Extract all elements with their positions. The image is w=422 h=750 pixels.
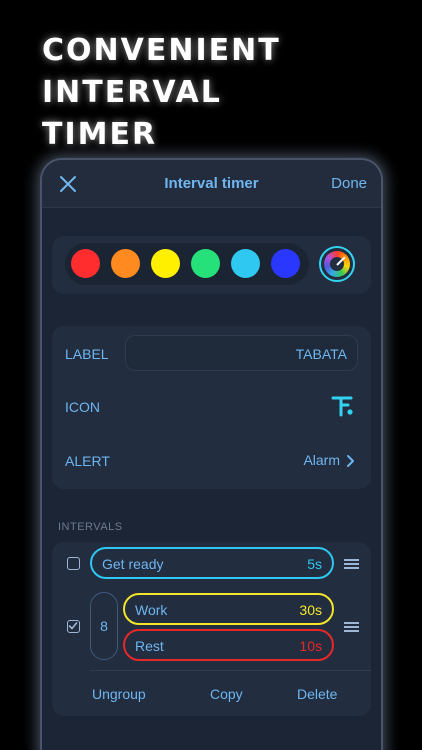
interval-group-checkbox[interactable] — [67, 620, 80, 633]
interval-duration: 10s — [299, 638, 322, 654]
alert-selector[interactable]: Alarm — [303, 452, 355, 468]
color-selector-card — [52, 236, 371, 294]
interval-duration: 30s — [299, 602, 322, 618]
headline-line-1: CONVENIENT — [42, 33, 281, 68]
promo-headline: CONVENIENT INTERVAL TIMER — [42, 30, 402, 156]
headline-line-2: INTERVAL — [42, 75, 222, 110]
interval-checkbox-get-ready[interactable] — [67, 557, 80, 570]
label-row-title: LABEL — [65, 346, 109, 362]
label-input[interactable]: TABATA — [125, 335, 358, 371]
intervals-section-title: INTERVALS — [58, 521, 123, 533]
alert-row-title: ALERT — [65, 453, 110, 469]
alert-value: Alarm — [303, 452, 340, 468]
color-swatch-blue[interactable] — [271, 249, 300, 278]
interval-pill-get-ready[interactable]: Get ready 5s — [90, 547, 334, 579]
divider — [90, 670, 371, 671]
icon-selector[interactable] — [329, 392, 357, 420]
copy-button[interactable]: Copy — [210, 686, 243, 702]
timer-settings-card: LABEL TABATA ICON ALERT Alarm — [52, 326, 371, 489]
ungroup-button[interactable]: Ungroup — [92, 686, 146, 702]
color-wheel-needle — [336, 256, 346, 266]
interval-name: Rest — [135, 638, 164, 654]
interval-pill-rest[interactable]: Rest 10s — [123, 629, 334, 661]
headline-line-3: TIMER — [42, 117, 158, 152]
color-swatch-cyan[interactable] — [231, 249, 260, 278]
interval-duration: 5s — [307, 556, 322, 572]
custom-color-picker-button[interactable] — [319, 246, 355, 282]
repeat-count-stepper[interactable]: 8 — [90, 592, 118, 660]
intervals-card: Get ready 5s 8 Work 30s Rest 10s Ungroup… — [52, 542, 371, 716]
tabata-figure-icon — [331, 396, 353, 417]
chevron-right-icon — [347, 455, 354, 467]
color-swatch-track — [65, 243, 309, 285]
interval-name: Get ready — [102, 556, 164, 572]
color-swatch-red[interactable] — [71, 249, 100, 278]
interval-name: Work — [135, 602, 168, 618]
color-swatch-green[interactable] — [191, 249, 220, 278]
interval-pill-work[interactable]: Work 30s — [123, 593, 334, 625]
drag-handle-group[interactable] — [344, 622, 359, 634]
drag-handle-get-ready[interactable] — [344, 559, 359, 571]
color-swatch-orange[interactable] — [111, 249, 140, 278]
page-title: Interval timer — [164, 175, 259, 192]
color-swatch-yellow[interactable] — [151, 249, 180, 278]
navigation-bar: Interval timer Done — [42, 160, 381, 208]
phone-screen: Interval timer Done LABEL TABATA ICON AL… — [40, 158, 383, 750]
checkmark-icon — [68, 622, 78, 630]
icon-row-title: ICON — [65, 399, 100, 415]
delete-button[interactable]: Delete — [297, 686, 337, 702]
done-button[interactable]: Done — [331, 175, 367, 192]
color-wheel-icon — [324, 251, 350, 277]
